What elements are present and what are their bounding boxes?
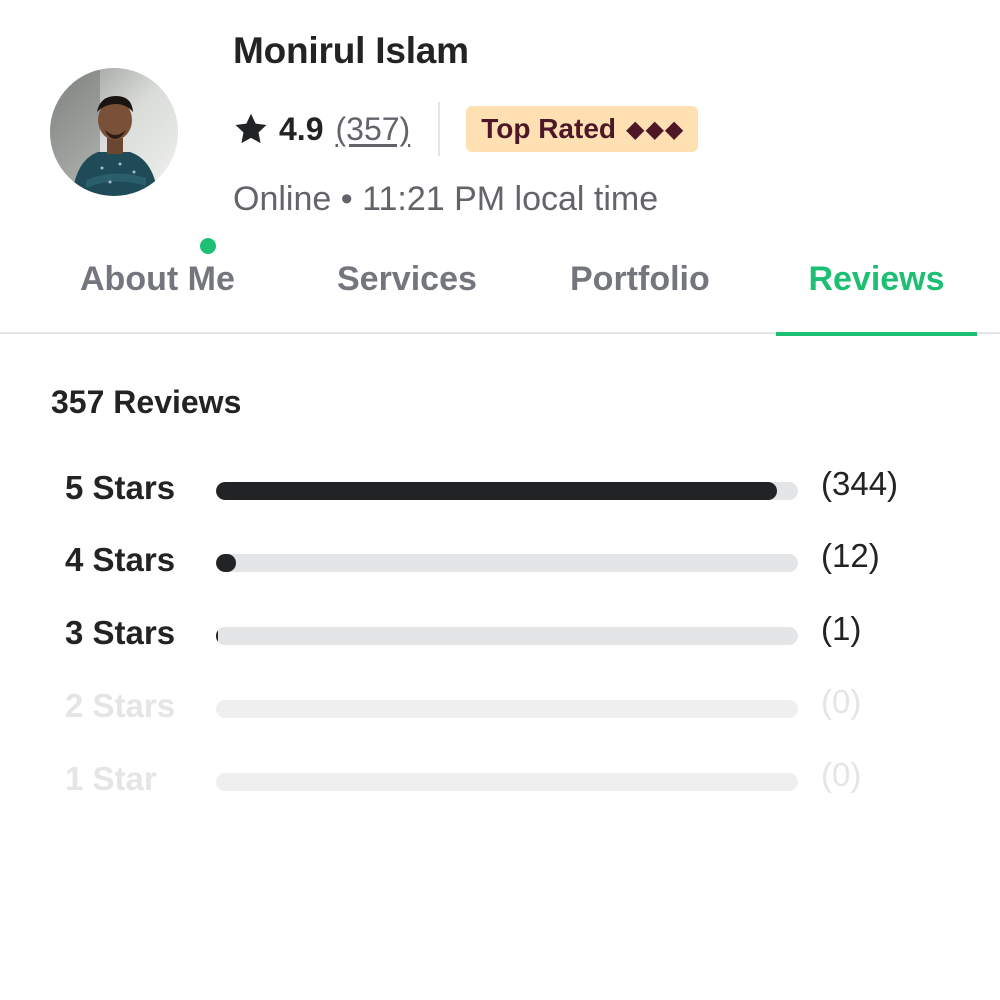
star-breakdown-row-5[interactable]: 5 Stars (344): [65, 465, 945, 515]
star-breakdown-row-1: 1 Star (0): [65, 756, 945, 806]
seller-name[interactable]: Monirul Islam: [233, 30, 469, 72]
rating-bar-track: [216, 773, 798, 791]
star-breakdown-row-4[interactable]: 4 Stars (12): [65, 537, 945, 587]
rating-bar-track: [216, 627, 798, 645]
tab-portfolio[interactable]: Portfolio: [570, 260, 710, 334]
rating-bar-fill: [216, 482, 778, 500]
rating-bar-track: [216, 482, 798, 500]
star-count: (344): [821, 465, 899, 502]
rating-bar-track: [216, 700, 798, 718]
star-count: (12): [821, 537, 880, 574]
avatar[interactable]: [50, 68, 178, 196]
badge-label: Top Rated: [481, 113, 616, 144]
top-rated-badge[interactable]: Top Rated ◆◆◆: [466, 106, 699, 152]
reviews-count-heading: 357 Reviews: [51, 384, 242, 420]
tab-reviews[interactable]: Reviews: [776, 260, 977, 336]
star-label: 3 Stars: [65, 614, 176, 651]
online-status-text: Online • 11:21 PM local time: [233, 180, 659, 218]
star-count: (1): [821, 610, 862, 647]
tab-services[interactable]: Services: [337, 260, 477, 334]
star-label: 5 Stars: [65, 469, 176, 506]
seller-profile-page: Monirul Islam 4.9 (357) Top Rated ◆◆◆ On…: [0, 0, 1000, 1000]
rating-bar-fill: [216, 554, 236, 572]
star-label: 4 Stars: [65, 541, 176, 578]
profile-tabs: About Me Services Portfolio Reviews: [0, 246, 1000, 336]
rating-row: 4.9 (357) Top Rated ◆◆◆: [233, 102, 699, 156]
diamond-icon: ◆◆◆: [626, 115, 685, 143]
rating-bar-track: [216, 554, 798, 572]
rating-bar-fill: [216, 627, 218, 645]
star-count: (0): [821, 756, 862, 793]
rating-divider: [438, 102, 441, 156]
star-label: 1 Star: [65, 760, 157, 797]
active-tab-indicator: [776, 332, 977, 336]
star-icon: [235, 113, 267, 144]
rating-value: 4.9: [279, 110, 324, 147]
tab-reviews-label: Reviews: [808, 260, 945, 298]
rating-count-link[interactable]: (357): [335, 111, 410, 148]
avatar-photo: [50, 68, 178, 196]
avatar-container: [50, 68, 220, 258]
tab-about-me[interactable]: About Me: [80, 260, 235, 334]
star-breakdown-row-3[interactable]: 3 Stars (1): [65, 610, 945, 660]
star-label: 2 Stars: [65, 687, 176, 724]
star-breakdown-row-2: 2 Stars (0): [65, 683, 945, 733]
star-count: (0): [821, 683, 862, 720]
